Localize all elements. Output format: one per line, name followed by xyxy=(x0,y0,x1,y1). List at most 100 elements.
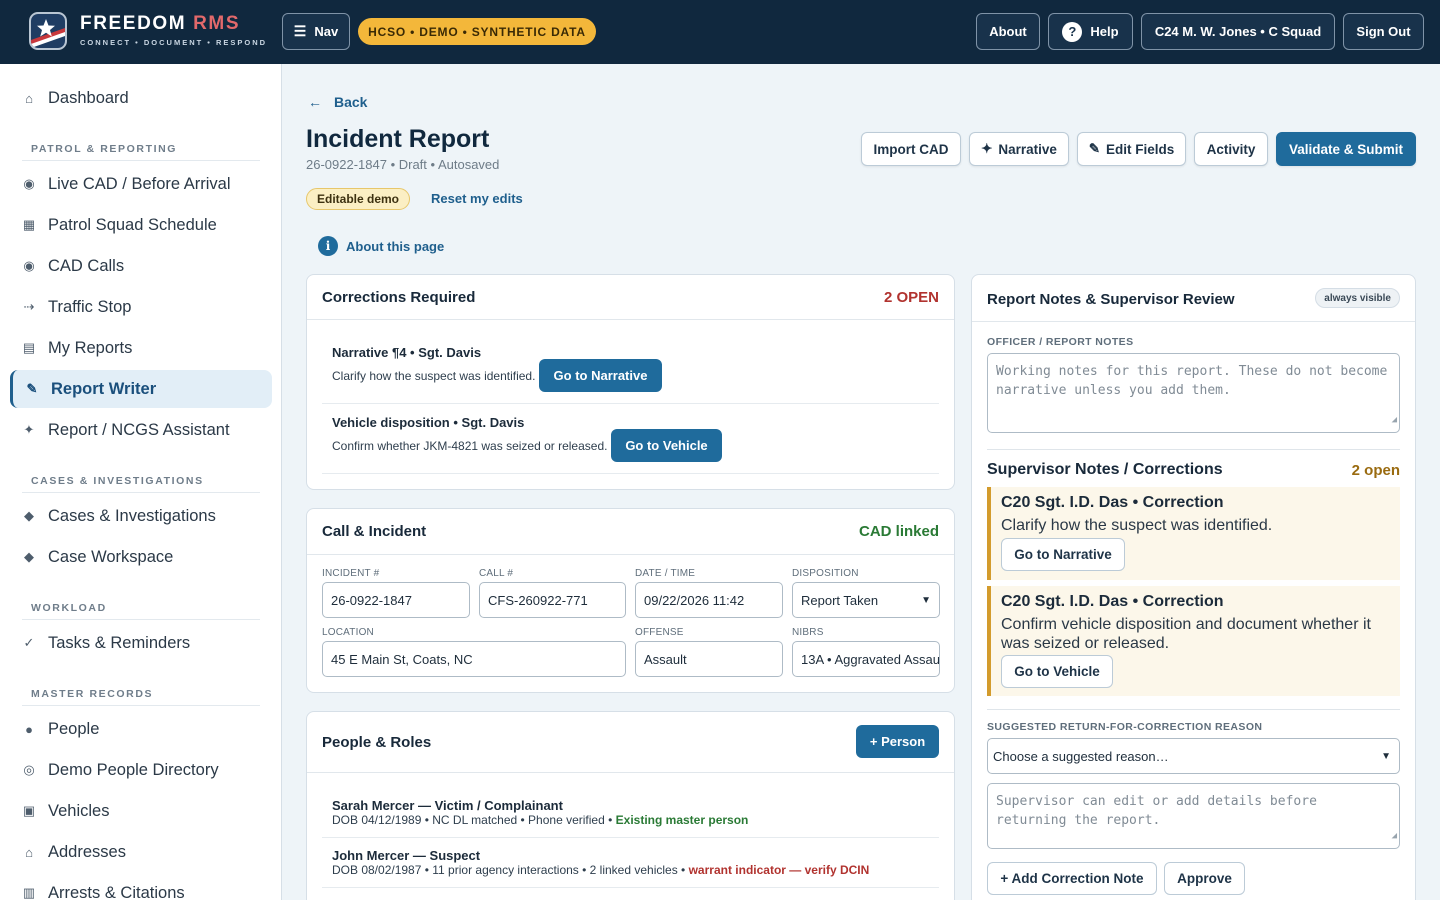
grid-icon: ▥ xyxy=(22,885,36,900)
correction-title: Vehicle disposition • Sgt. Davis xyxy=(332,415,525,430)
help-icon: ? xyxy=(1062,21,1083,42)
section-divider xyxy=(987,709,1400,710)
person-row[interactable]: Sarah Mercer — Victim / Complainant DOB … xyxy=(322,788,939,838)
activity-button[interactable]: Activity xyxy=(1194,132,1268,166)
help-button[interactable]: ? Help xyxy=(1048,13,1133,50)
sidebar-item-tasks[interactable]: ✓ Tasks & Reminders xyxy=(10,624,272,662)
square-icon: ▣ xyxy=(22,803,36,818)
sidebar-item-dashboard[interactable]: ⌂ Dashboard xyxy=(10,79,272,117)
cad-linked-status: CAD linked xyxy=(858,523,939,540)
people-roles-card: People & Roles + Person Sarah Mercer — V… xyxy=(306,711,955,900)
nav-button[interactable]: ☰ Nav xyxy=(282,13,350,50)
pencil-icon: ✎ xyxy=(26,381,38,396)
correction-description: Clarify how the suspect was identified. xyxy=(332,369,536,383)
sidebar-item-people[interactable]: ● People xyxy=(10,710,272,748)
offense-field[interactable]: Assault xyxy=(635,641,783,677)
correction-item: Narrative ¶4 • Sgt. Davis Clarify how th… xyxy=(322,333,939,404)
sidebar-item-case-workspace[interactable]: ◆ Case Workspace xyxy=(10,538,272,576)
chevron-down-icon: ▼ xyxy=(921,594,931,606)
go-to-narrative-button[interactable]: Go to Narrative xyxy=(1001,538,1125,571)
import-cad-button[interactable]: Import CAD xyxy=(861,132,961,166)
supervisor-correction-item: C20 Sgt. I.D. Das • Correction Clarify h… xyxy=(987,487,1400,580)
resize-grip-icon[interactable]: ◢ xyxy=(1392,411,1397,430)
edit-fields-button[interactable]: ✎ Edit Fields xyxy=(1077,132,1186,166)
user-menu-button[interactable]: C24 M. W. Jones • C Squad xyxy=(1141,13,1335,50)
logo-icon xyxy=(29,12,67,50)
sidebar-item-people-directory[interactable]: ◎ Demo People Directory xyxy=(10,751,272,789)
sign-out-button[interactable]: Sign Out xyxy=(1343,13,1424,50)
supervisor-correction-item: C20 Sgt. I.D. Das • Correction Confirm v… xyxy=(987,586,1400,696)
go-to-vehicle-button[interactable]: Go to Vehicle xyxy=(1001,655,1113,688)
target-icon: ◎ xyxy=(23,762,35,777)
go-to-vehicle-button[interactable]: Go to Vehicle xyxy=(611,429,722,462)
page-title: Incident Report xyxy=(306,125,490,153)
corrections-card: Corrections Required 2 OPEN Narrative ¶4… xyxy=(306,274,955,490)
about-button[interactable]: About xyxy=(976,13,1040,50)
arrow-icon: ⇢ xyxy=(23,299,35,314)
report-notes-panel: Report Notes & Supervisor Review always … xyxy=(971,274,1416,900)
call-incident-title: Call & Incident xyxy=(322,523,427,540)
person-details: DOB 04/12/1989 • NC DL matched • Phone v… xyxy=(332,813,749,827)
validate-submit-button[interactable]: Validate & Submit xyxy=(1276,132,1416,166)
calendar-icon: ▦ xyxy=(22,217,36,232)
return-reason-select[interactable]: Choose a suggested reason… ▼ xyxy=(987,738,1400,774)
officer-notes-label: OFFICER / REPORT NOTES xyxy=(987,336,1134,348)
sidebar-item-my-reports[interactable]: ▤ My Reports xyxy=(10,329,272,367)
sidebar-item-report-writer[interactable]: ✎ Report Writer xyxy=(10,370,272,408)
approve-button[interactable]: Approve xyxy=(1164,862,1245,895)
location-label: LOCATION xyxy=(322,627,374,638)
correction-item: Vehicle disposition • Sgt. Davis Confirm… xyxy=(322,404,939,474)
officer-notes-textarea[interactable]: Working notes for this report. These do … xyxy=(987,353,1400,433)
disposition-select[interactable]: Report Taken ▼ xyxy=(792,582,940,618)
correction-author: C20 Sgt. I.D. Das • Correction xyxy=(1001,593,1224,610)
nibrs-field[interactable]: 13A • Aggravated Assault xyxy=(792,641,940,677)
call-number-field[interactable]: CFS-260922-771 xyxy=(479,582,626,618)
back-link[interactable]: ← Back xyxy=(308,94,367,110)
section-divider xyxy=(22,619,260,620)
location-field[interactable]: 45 E Main St, Coats, NC xyxy=(322,641,626,677)
section-divider xyxy=(22,492,260,493)
sidebar-item-ncgs-assistant[interactable]: ✦ Report / NCGS Assistant xyxy=(10,411,272,449)
resize-grip-icon[interactable]: ◢ xyxy=(1392,827,1397,846)
nibrs-label: NIBRS xyxy=(792,627,824,638)
supervisor-notes-textarea[interactable]: Supervisor can edit or add details befor… xyxy=(987,783,1400,849)
reset-edits-link[interactable]: Reset my edits xyxy=(431,191,523,206)
info-icon: i xyxy=(318,236,338,256)
add-person-button[interactable]: + Person xyxy=(856,725,939,758)
sidebar-item-squad-schedule[interactable]: ▦ Patrol Squad Schedule xyxy=(10,206,272,244)
sidebar-item-addresses[interactable]: ⌂ Addresses xyxy=(10,833,272,871)
section-master-records: MASTER RECORDS xyxy=(31,688,154,700)
always-visible-badge: always visible xyxy=(1315,288,1400,308)
section-cases: CASES & INVESTIGATIONS xyxy=(31,475,204,487)
go-to-narrative-button[interactable]: Go to Narrative xyxy=(539,359,662,392)
call-incident-card: Call & Incident CAD linked INCIDENT # 26… xyxy=(306,508,955,693)
add-correction-note-button[interactable]: + Add Correction Note xyxy=(987,862,1157,895)
datetime-label: DATE / TIME xyxy=(635,568,696,579)
radio-icon: ◉ xyxy=(23,258,35,273)
sidebar-item-vehicles[interactable]: ▣ Vehicles xyxy=(10,792,272,830)
sidebar-item-cases-investigations[interactable]: ◆ Cases & Investigations xyxy=(10,497,272,535)
offense-label: OFFENSE xyxy=(635,627,684,638)
open-count-badge: 2 OPEN xyxy=(883,289,939,306)
radio-icon: ◉ xyxy=(23,176,35,191)
section-divider xyxy=(987,449,1400,450)
card-header: Call & Incident CAD linked xyxy=(307,509,954,555)
incident-number-field[interactable]: 26-0922-1847 xyxy=(322,582,470,618)
back-arrow-icon: ← xyxy=(308,94,322,110)
section-divider xyxy=(22,705,260,706)
supervisor-notes-title: Supervisor Notes / Corrections xyxy=(987,461,1223,478)
narrative-button[interactable]: ✦ Narrative xyxy=(969,132,1069,166)
sidebar-item-cad-calls[interactable]: ◉ CAD Calls xyxy=(10,247,272,285)
card-header: Corrections Required 2 OPEN xyxy=(307,275,954,320)
sparkle-icon: ✦ xyxy=(23,422,35,437)
about-page-link[interactable]: i About this page xyxy=(318,236,444,256)
correction-text: Clarify how the suspect was identified. xyxy=(1001,517,1273,534)
person-row[interactable]: John Mercer — Suspect DOB 08/02/1987 • 1… xyxy=(322,838,939,888)
sparkle-icon: ✦ xyxy=(981,141,993,156)
return-reason-label: SUGGESTED RETURN-FOR-CORRECTION REASON xyxy=(987,721,1263,733)
sidebar-item-traffic-stop[interactable]: ⇢ Traffic Stop xyxy=(10,288,272,326)
sidebar-item-arrests[interactable]: ▥ Arrests & Citations xyxy=(10,874,272,900)
datetime-field[interactable]: 09/22/2026 11:42 xyxy=(635,582,783,618)
sidebar-item-live-cad[interactable]: ◉ Live CAD / Before Arrival xyxy=(10,165,272,203)
report-notes-title: Report Notes & Supervisor Review xyxy=(987,291,1235,308)
